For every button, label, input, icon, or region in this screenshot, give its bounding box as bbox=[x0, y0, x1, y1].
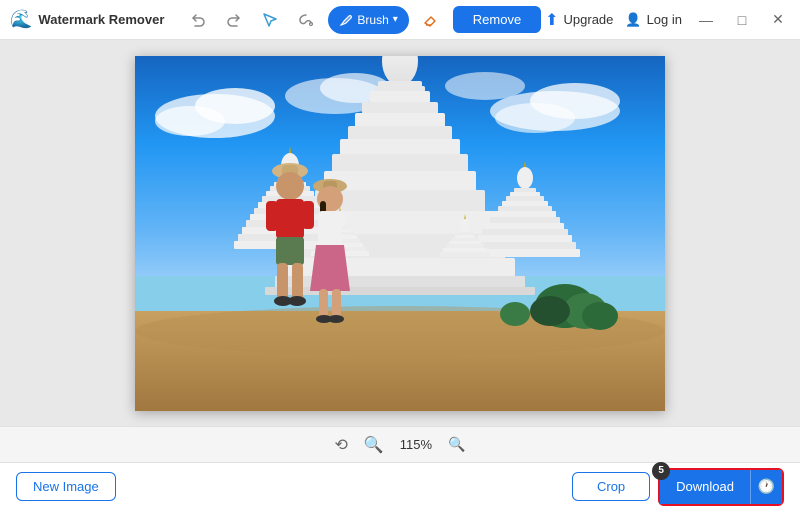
redo-button[interactable] bbox=[220, 6, 248, 34]
app-logo: 🌊 Watermark Remover bbox=[10, 9, 164, 30]
zoom-level: 115% bbox=[400, 437, 432, 452]
brush-tool-button[interactable]: Brush ▾ bbox=[328, 6, 408, 34]
download-group: 5 Download 🕐 bbox=[658, 468, 784, 506]
status-bar: ⟲ 🔍 115% 🔍 bbox=[0, 426, 800, 462]
crop-button[interactable]: Crop bbox=[572, 472, 650, 501]
download-button[interactable]: Download bbox=[660, 470, 750, 504]
undo-button[interactable] bbox=[184, 6, 212, 34]
lasso-tool-button[interactable] bbox=[292, 6, 320, 34]
brush-dropdown-icon: ▾ bbox=[393, 14, 398, 25]
minimize-button[interactable]: — bbox=[694, 8, 718, 32]
logo-icon: 🌊 bbox=[10, 9, 32, 30]
download-arrow-icon: 🕐 bbox=[758, 478, 775, 495]
upgrade-button[interactable]: ⬆ Upgrade bbox=[545, 10, 613, 30]
main-canvas-area bbox=[0, 40, 800, 426]
header-right: ⬆ Upgrade 👤 Log in — □ ✕ bbox=[545, 8, 790, 32]
scene-svg bbox=[135, 56, 665, 411]
new-image-button[interactable]: New Image bbox=[16, 472, 116, 501]
toolbar: Brush ▾ Remove bbox=[184, 6, 545, 34]
zoom-out-icon[interactable]: 🔍 bbox=[448, 436, 465, 453]
brush-label: Brush bbox=[357, 13, 388, 27]
maximize-button[interactable]: □ bbox=[730, 8, 754, 32]
select-tool-button[interactable] bbox=[256, 6, 284, 34]
image-canvas[interactable] bbox=[135, 56, 665, 411]
user-icon: 👤 bbox=[625, 12, 641, 28]
login-label: Log in bbox=[647, 12, 682, 27]
download-dropdown-button[interactable]: 🕐 bbox=[750, 470, 782, 504]
remove-button[interactable]: Remove bbox=[453, 6, 541, 33]
upgrade-icon: ⬆ bbox=[545, 10, 558, 30]
zoom-in-icon[interactable]: 🔍 bbox=[364, 435, 384, 455]
upgrade-label: Upgrade bbox=[564, 12, 614, 27]
eraser-tool-button[interactable] bbox=[417, 6, 445, 34]
login-button[interactable]: 👤 Log in bbox=[625, 12, 682, 28]
bottom-right-actions: Crop 5 Download 🕐 bbox=[572, 468, 784, 506]
close-button[interactable]: ✕ bbox=[766, 8, 790, 32]
reset-zoom-icon[interactable]: ⟲ bbox=[334, 435, 347, 455]
bottom-bar: New Image Crop 5 Download 🕐 bbox=[0, 462, 800, 510]
download-badge: 5 bbox=[652, 462, 670, 480]
app-title: Watermark Remover bbox=[38, 12, 164, 27]
title-bar: 🌊 Watermark Remover bbox=[0, 0, 800, 40]
